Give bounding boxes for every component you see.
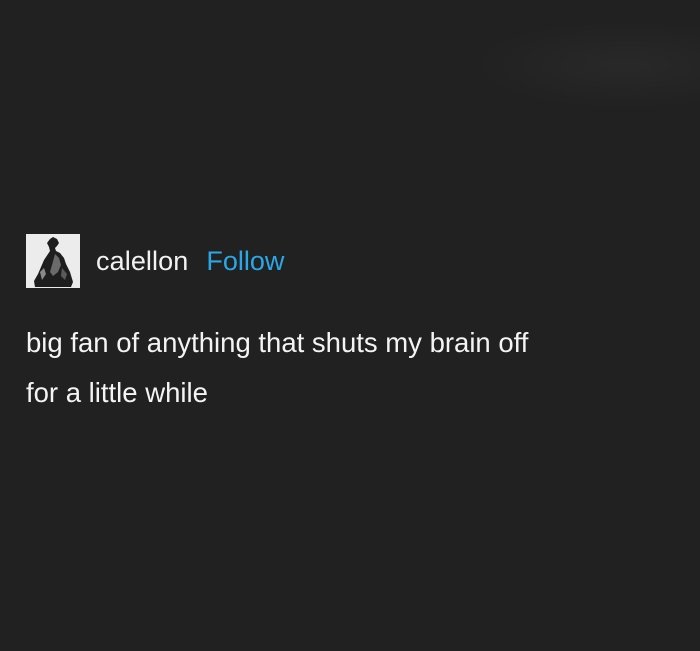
- statue-avatar-icon[interactable]: [26, 234, 80, 288]
- background-glare: [470, 20, 700, 110]
- post-text-line: for a little while: [26, 377, 208, 408]
- post-header: calellon Follow: [26, 234, 686, 288]
- post-card: calellon Follow big fan of anything that…: [26, 234, 686, 418]
- post-text-line: big fan of anything that shuts my brain …: [26, 327, 529, 358]
- author-username[interactable]: calellon: [96, 246, 188, 277]
- follow-button[interactable]: Follow: [206, 246, 284, 277]
- post-text: big fan of anything that shuts my brain …: [26, 318, 686, 418]
